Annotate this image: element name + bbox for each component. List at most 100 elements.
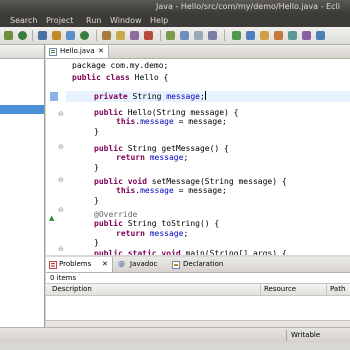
new-class-icon[interactable] — [80, 31, 89, 40]
menu-help[interactable]: Help — [150, 14, 168, 27]
pin-editor-icon[interactable] — [302, 31, 311, 40]
editor-tab-bar: Hello.java ✕ — [46, 45, 350, 59]
code-token: package com.my.demo; — [72, 61, 169, 70]
tab-declaration[interactable]: Declaration — [170, 257, 234, 272]
code-token: } — [94, 127, 99, 136]
declaration-icon — [172, 261, 180, 269]
status-writable: Writable — [291, 331, 321, 339]
close-icon[interactable]: ✕ — [102, 257, 108, 272]
menu-window[interactable]: Window — [110, 14, 142, 27]
status-bar: Writable — [0, 327, 350, 343]
code-line[interactable]: public class Hello { — [72, 73, 168, 83]
code-token: String — [132, 92, 167, 101]
forward-icon[interactable] — [288, 31, 297, 40]
open-type-icon[interactable] — [102, 31, 111, 40]
tab-label: Hello.java — [60, 47, 95, 55]
code-token: message — [149, 229, 184, 238]
last-edit-location-icon[interactable] — [260, 31, 269, 40]
horizontal-scrollbar[interactable] — [46, 320, 350, 327]
previous-annotation-icon[interactable] — [246, 31, 255, 40]
toolbar — [0, 27, 350, 45]
fold-toggle-icon[interactable]: ⊖ — [58, 206, 65, 214]
tab-label: Problems — [59, 260, 92, 268]
code-line[interactable]: private String message; — [94, 91, 206, 101]
package-explorer — [0, 45, 45, 342]
run-icon[interactable] — [18, 31, 27, 40]
code-line[interactable]: this.message = message; — [116, 186, 227, 196]
code-line[interactable]: return message; — [116, 153, 188, 163]
code-token: this — [116, 117, 136, 126]
code-line[interactable]: } — [94, 196, 99, 206]
open-task-icon[interactable] — [116, 31, 125, 40]
close-icon[interactable]: ✕ — [98, 45, 104, 58]
code-token: private — [94, 92, 133, 101]
code-line[interactable]: package com.my.demo; — [72, 61, 168, 71]
show-whitespace-icon[interactable] — [208, 31, 217, 40]
perspective-icon[interactable] — [316, 31, 325, 40]
column-resource[interactable]: Resource — [264, 284, 296, 295]
code-token: public void — [94, 177, 152, 186]
tab-javadoc[interactable]: @ Javadoc — [116, 257, 166, 272]
code-token: } — [94, 196, 99, 205]
code-token: return — [116, 153, 150, 162]
code-token: public — [94, 108, 128, 117]
external-tools-icon[interactable] — [38, 31, 47, 40]
menu-bar: Search Project Run Window Help — [0, 14, 350, 27]
selected-tree-item[interactable] — [0, 105, 44, 114]
problems-icon — [49, 261, 57, 269]
javadoc-icon: @ — [118, 260, 125, 268]
fold-toggle-icon[interactable]: ⊖ — [58, 110, 65, 118]
code-line[interactable]: } — [94, 238, 99, 248]
menu-project[interactable]: Project — [46, 14, 73, 27]
code-token: } — [94, 238, 99, 247]
new-package-icon[interactable] — [66, 31, 75, 40]
problems-count: 0 items — [50, 274, 77, 282]
tab-problems[interactable]: Problems ✕ — [46, 257, 113, 272]
code-token: message — [149, 153, 184, 162]
code-token: message — [166, 92, 200, 101]
bookmark-marker-icon — [50, 92, 58, 101]
annotation-icon[interactable] — [144, 31, 153, 40]
code-token: Hello(String message) { — [127, 108, 239, 117]
tab-hello-java[interactable]: Hello.java ✕ — [46, 45, 109, 58]
code-token: } — [94, 163, 99, 172]
tab-label: Declaration — [183, 260, 224, 268]
code-token: public — [94, 144, 128, 153]
block-selection-icon[interactable] — [194, 31, 203, 40]
column-path[interactable]: Path — [330, 284, 345, 295]
bottom-panel-tabs: Problems ✕ @ Javadoc Declaration — [46, 257, 350, 273]
code-line[interactable]: public static void main(String[] args) { — [94, 249, 287, 255]
code-token: this — [116, 186, 136, 195]
code-token: = message; — [173, 117, 227, 126]
window-bottom-edge — [0, 343, 350, 350]
search-icon[interactable] — [130, 31, 139, 40]
column-description[interactable]: Description — [52, 284, 92, 295]
back-icon[interactable] — [274, 31, 283, 40]
code-line[interactable]: public String toString() { — [94, 219, 219, 229]
code-token: ; — [183, 153, 189, 162]
fold-toggle-icon[interactable]: ⊖ — [58, 176, 65, 184]
menu-run[interactable]: Run — [86, 14, 101, 27]
code-token: = message; — [173, 186, 227, 195]
package-explorer-header — [0, 45, 44, 59]
code-line[interactable]: this.message = message; — [116, 117, 227, 127]
code-line[interactable]: } — [94, 163, 99, 173]
code-token: message — [140, 117, 174, 126]
fold-toggle-icon[interactable]: ⊖ — [58, 143, 65, 151]
toggle-breadcrumb-icon[interactable] — [166, 31, 175, 40]
code-line[interactable]: } — [94, 127, 99, 137]
code-line[interactable]: return message; — [116, 229, 188, 239]
new-java-project-icon[interactable] — [52, 31, 61, 40]
menu-search[interactable]: Search — [10, 14, 37, 27]
mark-occurrences-icon[interactable] — [180, 31, 189, 40]
code-token: @Override — [94, 210, 138, 219]
title-bar: Java - Hello/src/com/my/demo/Hello.java … — [0, 0, 350, 14]
java-file-icon — [49, 48, 57, 56]
next-annotation-icon[interactable] — [232, 31, 241, 40]
tab-label: Javadoc — [130, 260, 158, 268]
problems-view: 0 items Description Resource Path — [46, 273, 350, 325]
code-editor[interactable]: package com.my.demo; public class Hello {… — [46, 59, 350, 255]
debug-icon[interactable] — [4, 31, 13, 40]
fold-toggle-icon[interactable]: ⊖ — [58, 245, 65, 253]
code-token: String toString() { — [127, 219, 220, 228]
